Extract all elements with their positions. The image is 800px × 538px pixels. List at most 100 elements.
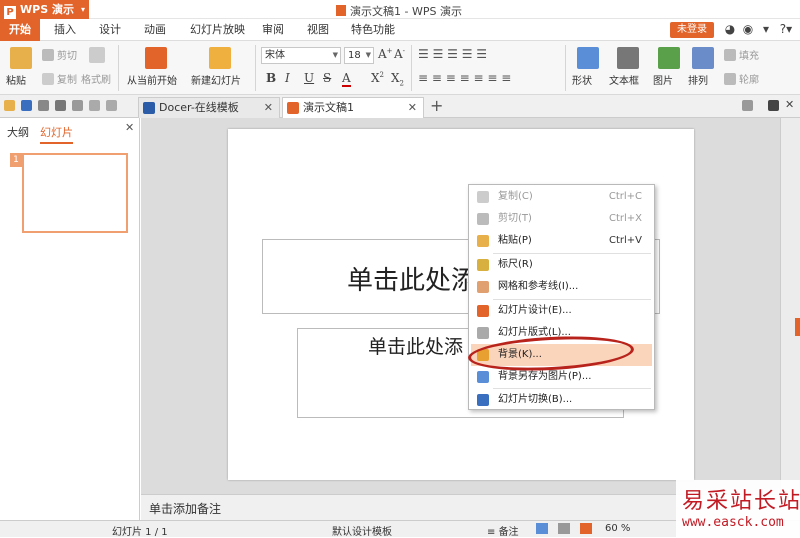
notes-toggle[interactable]: ≡ 备注 (487, 523, 519, 538)
right-sidebar (780, 118, 800, 494)
notes-icon: ≡ (487, 527, 499, 538)
undo-icon[interactable] (89, 100, 100, 111)
presentation-icon (287, 102, 299, 114)
open-icon[interactable] (4, 100, 15, 111)
font-name-select[interactable]: 宋体 ▼ (261, 47, 341, 64)
window-title-text: 演示文稿1 - WPS 演示 (350, 5, 462, 18)
copy-label: 复制 (57, 75, 77, 86)
menu-item-ruler[interactable]: 标尺(R) (471, 254, 652, 276)
menu-item-label: 粘贴(P) (498, 235, 532, 246)
menu-item-label: 剪切(T) (498, 213, 532, 224)
outline-button[interactable]: 轮廓 (724, 71, 759, 86)
paste-button[interactable]: 粘贴 (6, 72, 26, 87)
tab-presentation1[interactable]: 演示文稿1 ✕ (282, 97, 424, 118)
close-icon[interactable]: ✕ (785, 98, 794, 111)
transition-icon (477, 394, 489, 406)
arrange-icon (692, 47, 714, 69)
menu-tab-design[interactable]: 设计 (95, 19, 125, 41)
document-tab-bar: Docer-在线模板 ✕ 演示文稿1 ✕ + ✕ (0, 95, 800, 118)
divider (565, 45, 566, 91)
slide-counter: 幻灯片 1 / 1 (112, 527, 168, 538)
menu-item-transition[interactable]: 幻灯片切换(B)... (471, 389, 652, 411)
document-icon (336, 5, 346, 16)
format-painter-button[interactable]: 格式刷 (81, 71, 111, 86)
title-bar: P WPS 演示 ▾ 演示文稿1 - WPS 演示 (0, 0, 800, 19)
restore-icon[interactable] (768, 100, 779, 111)
print-icon[interactable] (55, 100, 66, 111)
shrink-font-button[interactable]: A- (394, 47, 405, 61)
shape-button[interactable]: 形状 (572, 72, 592, 87)
menu-item-cut[interactable]: 剪切(T) Ctrl+X (471, 208, 652, 230)
watermark-logo: 易采站长站 www.easck.com (676, 480, 800, 537)
font-size-value: 18 (348, 50, 361, 61)
textbox-button[interactable]: 文本框 (609, 72, 639, 87)
font-name-value: 宋体 (265, 50, 285, 61)
fill-button[interactable]: 填充 (724, 47, 759, 62)
menu-item-copy[interactable]: 复制(C) Ctrl+C (471, 186, 652, 208)
subscript-button[interactable]: X2 (391, 71, 404, 87)
menu-item-grid[interactable]: 网格和参考线(I)... (471, 276, 652, 298)
grow-font-button[interactable]: A+ (378, 47, 393, 61)
menu-item-paste[interactable]: 粘贴(P) Ctrl+V (471, 230, 652, 252)
app-menu-button[interactable]: P WPS 演示 ▾ (0, 0, 89, 19)
tab-label: 演示文稿1 (303, 101, 354, 114)
print-preview-icon[interactable] (38, 100, 49, 111)
app-name: WPS 演示 (20, 3, 74, 16)
slide-number: 1 (10, 153, 22, 167)
skin-icon[interactable]: ◕ (722, 21, 738, 37)
strikethrough-button[interactable]: S (323, 71, 331, 85)
menu-tab-review[interactable]: 审阅 (258, 19, 288, 41)
list-buttons[interactable]: ☰ ☰ ☰ ☰ ☰ (418, 47, 487, 61)
watermark-text: 易采站长站 (682, 489, 800, 514)
menu-item-label: 标尺(R) (498, 259, 533, 270)
font-color-button[interactable]: A (342, 71, 351, 87)
sorter-view-icon[interactable] (558, 523, 570, 534)
help-circle-icon[interactable]: ◉ (740, 21, 756, 37)
menu-tab-special[interactable]: 特色功能 (348, 19, 398, 41)
menu-item-slide-design[interactable]: 幻灯片设计(E)... (471, 300, 652, 322)
italic-button[interactable]: I (285, 71, 290, 85)
tab-outline[interactable]: 大纲 (7, 124, 29, 140)
close-icon[interactable]: ✕ (264, 98, 273, 118)
menu-item-shortcut: Ctrl+V (608, 235, 642, 246)
bold-button[interactable]: B (266, 71, 276, 85)
slide-layout-icon (477, 327, 489, 339)
copy-button[interactable]: 复制 (42, 71, 77, 86)
login-button[interactable]: 未登录 (670, 22, 714, 38)
menu-tab-slideshow[interactable]: 幻灯片放映 (185, 19, 250, 41)
slideshow-view-icon[interactable] (580, 523, 592, 534)
menu-tab-view[interactable]: 视图 (303, 19, 333, 41)
from-current-button[interactable]: 从当前开始 (127, 72, 177, 87)
close-icon[interactable]: ✕ (125, 121, 134, 134)
sidebar-handle[interactable] (795, 318, 800, 336)
redo-icon[interactable] (106, 100, 117, 111)
picture-icon (658, 47, 680, 69)
help-icon[interactable]: ?▾ (776, 21, 796, 37)
paste-icon (477, 235, 489, 247)
align-buttons[interactable]: ≡ ≡ ≡ ≡ ≡ ≡ ≡ (418, 71, 511, 85)
font-size-select[interactable]: 18 ▼ (344, 47, 374, 64)
format-painter-icon (89, 47, 105, 63)
tool-icon[interactable] (742, 100, 753, 111)
underline-button[interactable]: U (304, 71, 314, 85)
menu-tab-animation[interactable]: 动画 (140, 19, 170, 41)
grid-icon (477, 281, 489, 293)
menu-tab-insert[interactable]: 插入 (50, 19, 80, 41)
normal-view-icon[interactable] (536, 523, 548, 534)
new-slide-button[interactable]: 新建幻灯片 (191, 72, 241, 87)
close-icon[interactable]: ✕ (408, 98, 417, 118)
notes-toggle-label: 备注 (498, 527, 519, 538)
superscript-button[interactable]: X2 (371, 71, 384, 85)
play-slideshow-icon (145, 47, 167, 69)
arrange-button[interactable]: 排列 (688, 72, 708, 87)
save-icon[interactable] (21, 100, 32, 111)
picture-button[interactable]: 图片 (653, 72, 673, 87)
tab-slides[interactable]: 幻灯片 (40, 124, 73, 144)
export-icon[interactable] (72, 100, 83, 111)
slide-thumbnail[interactable] (22, 153, 128, 233)
shirt-icon[interactable]: ▾ (758, 21, 774, 37)
menu-tab-home[interactable]: 开始 (0, 19, 40, 41)
tab-docer-templates[interactable]: Docer-在线模板 ✕ (138, 97, 280, 118)
new-tab-icon[interactable]: + (430, 96, 443, 115)
cut-button[interactable]: 剪切 (42, 47, 77, 62)
